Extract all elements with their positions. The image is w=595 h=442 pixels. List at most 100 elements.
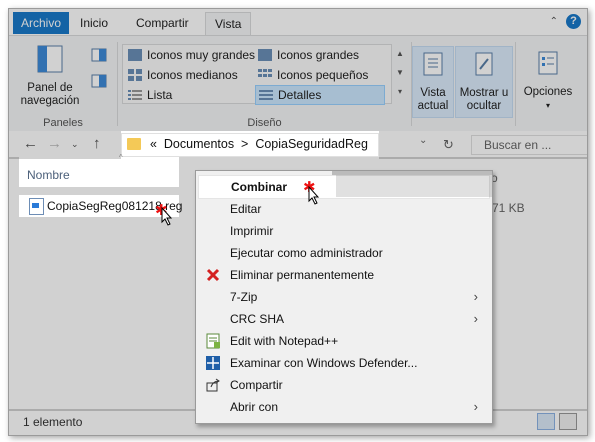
breadcrumb-documentos[interactable]: Documentos <box>164 137 234 151</box>
notepad-plus-plus-icon <box>206 333 220 349</box>
nav-pane-label: Panel de navegación <box>20 82 80 107</box>
reg-file-icon <box>29 198 44 215</box>
breadcrumb-overflow[interactable]: « <box>150 137 157 151</box>
breadcrumb: « Documentos > CopiaSeguridadReg <box>150 137 368 151</box>
menu-item-abrir-con[interactable]: Abrir con › <box>198 396 488 418</box>
small-icons-icon <box>258 69 272 77</box>
menu-label: 7-Zip <box>230 290 258 304</box>
windows-defender-icon <box>206 356 220 370</box>
submenu-arrow-icon: › <box>473 311 478 326</box>
layout-label: Lista <box>147 88 173 102</box>
layout-label: Iconos pequeños <box>277 68 369 82</box>
current-view-label: Vista actual <box>417 87 449 112</box>
forward-arrow-icon[interactable]: → <box>47 135 62 152</box>
refresh-icon[interactable]: ↻ <box>443 137 454 153</box>
up-arrow-icon[interactable]: ↑ <box>93 135 101 152</box>
menu-item-eliminar[interactable]: Eliminar permanentemente <box>198 264 488 286</box>
share-icon <box>206 378 220 392</box>
tab-inicio[interactable]: Inicio <box>71 12 117 34</box>
menu-item-defender[interactable]: Examinar con Windows Defender... <box>198 352 488 374</box>
layout-extra-large-icons[interactable]: Iconos muy grandes <box>125 46 255 64</box>
layout-list[interactable]: Lista <box>125 86 172 104</box>
address-dropdown-icon[interactable]: ⌄ <box>419 135 427 146</box>
dim-overlay <box>336 175 492 197</box>
list-icon <box>128 90 142 100</box>
layout-small-icons[interactable]: Iconos pequeños <box>255 66 368 84</box>
address-bar-row: ← → ⌄ ↑ « Documentos > CopiaSeguridadReg… <box>9 131 587 157</box>
column-header-name[interactable]: Nombre <box>19 163 179 187</box>
extra-large-icons-icon <box>128 49 142 61</box>
search-input[interactable]: Buscar en ... <box>471 135 587 155</box>
layout-gallery-scroll[interactable]: ▲ ▼ ▾ <box>394 44 406 102</box>
layout-label: Iconos medianos <box>147 68 238 82</box>
red-x-icon <box>206 268 220 282</box>
submenu-arrow-icon: › <box>473 399 478 414</box>
options-label: Opciones <box>523 86 573 98</box>
preview-pane-icon[interactable] <box>91 48 107 62</box>
menu-item-7zip[interactable]: 7-Zip › <box>198 286 488 308</box>
menu-item-compartir[interactable]: Compartir <box>198 374 488 396</box>
details-pane-icon[interactable] <box>91 74 107 88</box>
menu-label: Combinar <box>231 180 288 194</box>
details-icon <box>259 90 273 100</box>
menu-label: Compartir <box>230 378 283 392</box>
layout-large-icons[interactable]: Iconos grandes <box>255 46 359 64</box>
large-icons-icon <box>258 49 272 61</box>
address-box[interactable]: « Documentos > CopiaSeguridadReg <box>121 133 379 157</box>
layout-label: Iconos grandes <box>277 48 360 62</box>
details-view-toggle[interactable] <box>537 413 555 430</box>
current-view-icon <box>423 52 443 76</box>
breadcrumb-separator[interactable]: > <box>241 137 248 151</box>
options-button[interactable]: Opciones ▾ <box>517 50 579 112</box>
menu-item-imprimir[interactable]: Imprimir <box>198 220 488 242</box>
menu-item-notepad[interactable]: Edit with Notepad++ <box>198 330 488 352</box>
submenu-arrow-icon: › <box>473 289 478 304</box>
menu-label: Editar <box>230 202 262 216</box>
menu-item-editar[interactable]: Editar <box>198 198 488 220</box>
ribbon-separator <box>515 42 516 126</box>
menu-item-ejecutar-admin[interactable]: Ejecutar como administrador <box>198 242 488 264</box>
menu-label: CRC SHA <box>230 312 285 326</box>
menu-label: Edit with Notepad++ <box>230 334 339 348</box>
collapse-ribbon-icon[interactable]: ⌃ <box>550 16 558 27</box>
nav-pane-button[interactable]: Panel de navegación <box>15 44 85 108</box>
show-hide-label: Mostrar u ocultar <box>459 87 509 112</box>
layout-medium-icons[interactable]: Iconos medianos <box>125 66 238 84</box>
nav-pane-icon <box>37 45 63 73</box>
show-hide-icon <box>475 52 493 76</box>
group-label-paneles: Paneles <box>43 117 83 129</box>
ribbon-tab-bar: Archivo Inicio Compartir Vista ⌃ ? <box>9 9 587 35</box>
item-count: 1 elemento <box>23 415 83 429</box>
file-size: 71 KB <box>492 201 525 215</box>
medium-icons-icon <box>128 69 142 81</box>
help-icon[interactable]: ? <box>566 14 581 29</box>
menu-item-crc-sha[interactable]: CRC SHA › <box>198 308 488 330</box>
tab-vista[interactable]: Vista <box>205 12 252 35</box>
layout-label: Iconos muy grandes <box>147 48 256 62</box>
menu-label: Imprimir <box>230 224 274 238</box>
back-arrow-icon[interactable]: ← <box>23 135 38 152</box>
menu-label: Examinar con Windows Defender... <box>230 356 418 370</box>
options-icon <box>538 51 558 75</box>
tab-archivo[interactable]: Archivo <box>13 12 70 34</box>
tab-compartir[interactable]: Compartir <box>127 12 198 34</box>
context-menu: Combinar Editar Imprimir Ejecutar como a… <box>195 170 493 424</box>
current-view-button[interactable]: Vista actual <box>412 46 454 118</box>
group-paneles: Panel de navegación Paneles <box>9 36 117 132</box>
layout-label: Detalles <box>278 88 322 102</box>
sort-caret-icon: ^ <box>119 153 123 162</box>
ribbon-separator <box>117 42 118 126</box>
mouse-cursor-icon <box>308 186 320 205</box>
recent-chevron-icon[interactable]: ⌄ <box>71 139 79 150</box>
large-icons-view-toggle[interactable] <box>559 413 577 430</box>
menu-label: Ejecutar como administrador <box>230 246 383 260</box>
column-header-label: Nombre <box>27 168 70 182</box>
breadcrumb-current-folder[interactable]: CopiaSeguridadReg <box>255 137 368 151</box>
menu-label: Abrir con <box>230 400 279 414</box>
window-controls: ⌃ ? <box>550 14 581 29</box>
group-label-diseno: Diseño <box>247 117 282 129</box>
menu-label: Eliminar permanentemente <box>230 268 375 282</box>
show-hide-button[interactable]: Mostrar u ocultar <box>455 46 513 118</box>
chevron-down-icon: ▾ <box>545 101 550 110</box>
layout-details[interactable]: Detalles <box>255 85 385 105</box>
